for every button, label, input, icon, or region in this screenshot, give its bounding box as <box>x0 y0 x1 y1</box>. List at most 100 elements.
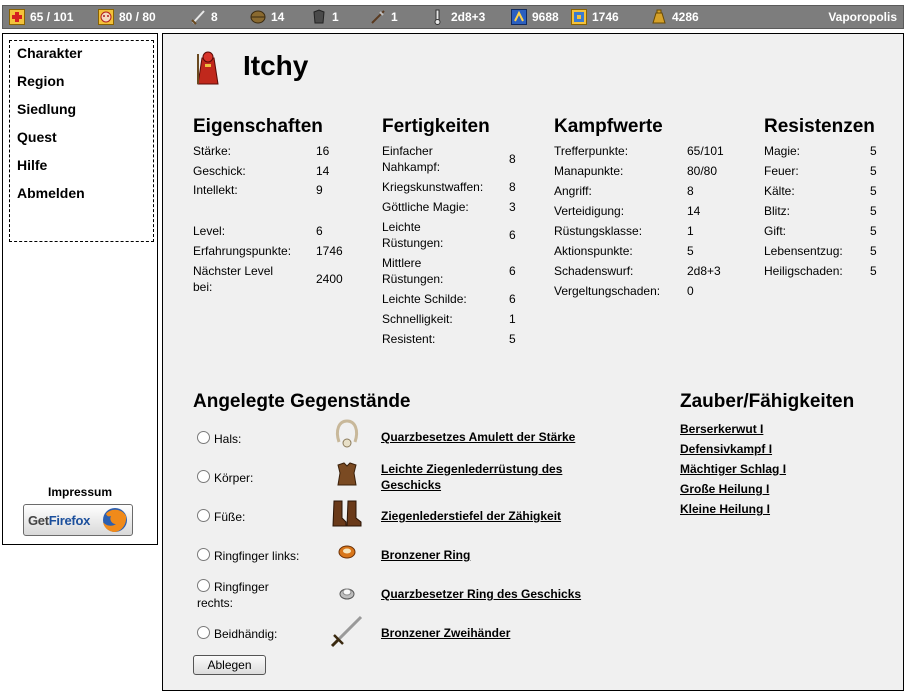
spell-link-kleine-heilung[interactable]: Kleine Heilung I <box>680 502 770 516</box>
menu-item-siedlung[interactable]: Siedlung <box>17 101 76 117</box>
action-points-icon <box>371 10 385 24</box>
combat-row: Trefferpunkte: 65/101 <box>554 143 734 159</box>
armor-class-icon <box>313 9 325 24</box>
gold-bag-icon <box>652 9 666 24</box>
slot-label: Füße: <box>214 510 246 524</box>
resistance-value: 5 <box>870 164 877 178</box>
spell-link-grosse-heilung[interactable]: Große Heilung I <box>680 482 769 496</box>
combat-value: 8 <box>687 184 694 198</box>
combat-value: 5 <box>687 244 694 258</box>
health-cross-icon <box>9 9 25 25</box>
combat-label: Vergeltungschaden: <box>554 284 661 298</box>
stat-value: 9 <box>316 183 323 197</box>
skill-label: Mittlere Rüstungen: <box>382 256 444 286</box>
stat-value: 2400 <box>316 272 343 286</box>
item-link-amulett[interactable]: Quarzbesetzes Amulett der Stärke <box>381 429 575 445</box>
combat-row: Verteidigung: 14 <box>554 203 734 219</box>
slot-radio-koerper[interactable] <box>197 470 210 483</box>
section-title-equipment: Angelegte Gegenstände <box>193 391 411 412</box>
skill-label: Göttliche Magie: <box>382 200 469 214</box>
firefox-get-label: Get <box>28 513 49 528</box>
slot-label: Ringfinger links: <box>214 549 300 563</box>
skill-value: 5 <box>509 332 516 346</box>
resistance-value: 5 <box>870 224 877 238</box>
skill-label: Schnelligkeit: <box>382 312 453 326</box>
mana-face-icon <box>98 9 114 25</box>
stat-row: Erfahrungspunkte: 1746 <box>193 243 363 259</box>
slot-radio-ringfinger-links[interactable] <box>197 548 210 561</box>
spell-link-maechtiger-schlag[interactable]: Mächtiger Schlag I <box>680 462 786 476</box>
stat-label: Intellekt: <box>193 183 238 197</box>
menu-item-region[interactable]: Region <box>17 73 64 89</box>
impressum-link[interactable]: Impressum <box>3 485 157 499</box>
item-link-zweihaender[interactable]: Bronzener Zweihänder <box>381 625 510 641</box>
section-title-resistenzen: Resistenzen <box>764 116 875 137</box>
slot-label: Hals: <box>214 432 242 446</box>
skill-value: 6 <box>509 228 516 242</box>
resistance-value: 5 <box>870 244 877 258</box>
stat-label: Level: <box>193 224 226 238</box>
main-menu: Charakter Region Siedlung Quest Hilfe Ab… <box>9 40 154 242</box>
slot-radio-fuesse[interactable] <box>197 509 210 522</box>
skill-label: Resistent: <box>382 332 436 346</box>
ablegen-button[interactable]: Ablegen <box>193 655 266 675</box>
item-link-bronzener-ring[interactable]: Bronzener Ring <box>381 547 470 563</box>
combat-value: 2d8+3 <box>687 264 721 278</box>
skill-value: 6 <box>509 264 516 278</box>
combat-value: 80/80 <box>687 164 718 178</box>
skill-label: Leichte Schilde: <box>382 292 467 306</box>
skill-value: 8 <box>509 180 516 194</box>
spell-link-defensivkampf[interactable]: Defensivkampf I <box>680 442 772 456</box>
character-name: Itchy <box>243 50 309 81</box>
item-link-quarzbesetzer-ring[interactable]: Quarzbesetzer Ring des Geschicks <box>381 586 581 602</box>
sword-attack-icon <box>191 10 205 25</box>
item-link-ruestung[interactable]: Leichte Ziegenlederrüstung des Geschicks <box>381 461 601 493</box>
combat-label: Aktionspunkte: <box>554 244 633 258</box>
combat-row: Rüstungsklasse: 1 <box>554 223 734 239</box>
combat-row: Angriff: 8 <box>554 183 734 199</box>
menu-item-quest[interactable]: Quest <box>17 129 57 145</box>
world-name: Vaporopolis <box>828 10 897 24</box>
stat-label: Nächster Level bei: <box>193 264 274 294</box>
combat-value: 65/101 <box>687 144 724 158</box>
get-firefox-button[interactable]: GetFirefox <box>23 504 133 536</box>
resistance-row: Heiligschaden: 5 <box>764 263 884 279</box>
resistance-label: Lebensentzug: <box>764 244 843 258</box>
next-level-icon <box>571 9 587 25</box>
section-title-fertigkeiten: Fertigkeiten <box>382 116 490 137</box>
skill-value: 8 <box>509 152 516 166</box>
resistance-row: Feuer: 5 <box>764 163 884 179</box>
two-handed-sword-icon <box>330 615 363 648</box>
combat-label: Manapunkte: <box>554 164 624 178</box>
stat-label: Geschick: <box>193 164 246 178</box>
menu-item-hilfe[interactable]: Hilfe <box>17 157 47 173</box>
resistance-row: Kälte: 5 <box>764 183 884 199</box>
menu-item-abmelden[interactable]: Abmelden <box>17 185 85 201</box>
boots-icon <box>332 500 362 527</box>
stat-value: 14 <box>316 164 330 178</box>
combat-row: Aktionspunkte: 5 <box>554 243 734 259</box>
resistance-row: Magie: 5 <box>764 143 884 159</box>
menu-item-charakter[interactable]: Charakter <box>17 45 82 61</box>
stat-value: 16 <box>316 144 330 158</box>
character-avatar-icon <box>197 51 219 85</box>
combat-value: 0 <box>687 284 694 298</box>
stat-row: Level: 6 <box>193 223 363 239</box>
resistance-value: 5 <box>870 144 877 158</box>
combat-row: Vergeltungschaden: 0 <box>554 283 734 299</box>
spell-link-berserkerwut[interactable]: Berserkerwut I <box>680 422 763 436</box>
skill-value: 3 <box>509 200 516 214</box>
combat-row: Manapunkte: 80/80 <box>554 163 734 179</box>
section-title-eigenschaften: Eigenschaften <box>193 116 323 137</box>
slot-radio-hals[interactable] <box>197 431 210 444</box>
skill-row: Leichte Rüstungen: 6 <box>382 219 522 251</box>
resistance-label: Blitz: <box>764 204 791 218</box>
firefox-logo-icon <box>103 508 127 532</box>
item-link-stiefel[interactable]: Ziegenlederstiefel der Zähigkeit <box>381 508 561 524</box>
slot-radio-beidhaendig[interactable] <box>197 626 210 639</box>
combat-label: Verteidigung: <box>554 204 625 218</box>
resistance-label: Kälte: <box>764 184 795 198</box>
slot-label: Ringfinger rechts: <box>197 580 269 610</box>
resistance-row: Gift: 5 <box>764 223 884 239</box>
experience-icon <box>511 9 527 25</box>
